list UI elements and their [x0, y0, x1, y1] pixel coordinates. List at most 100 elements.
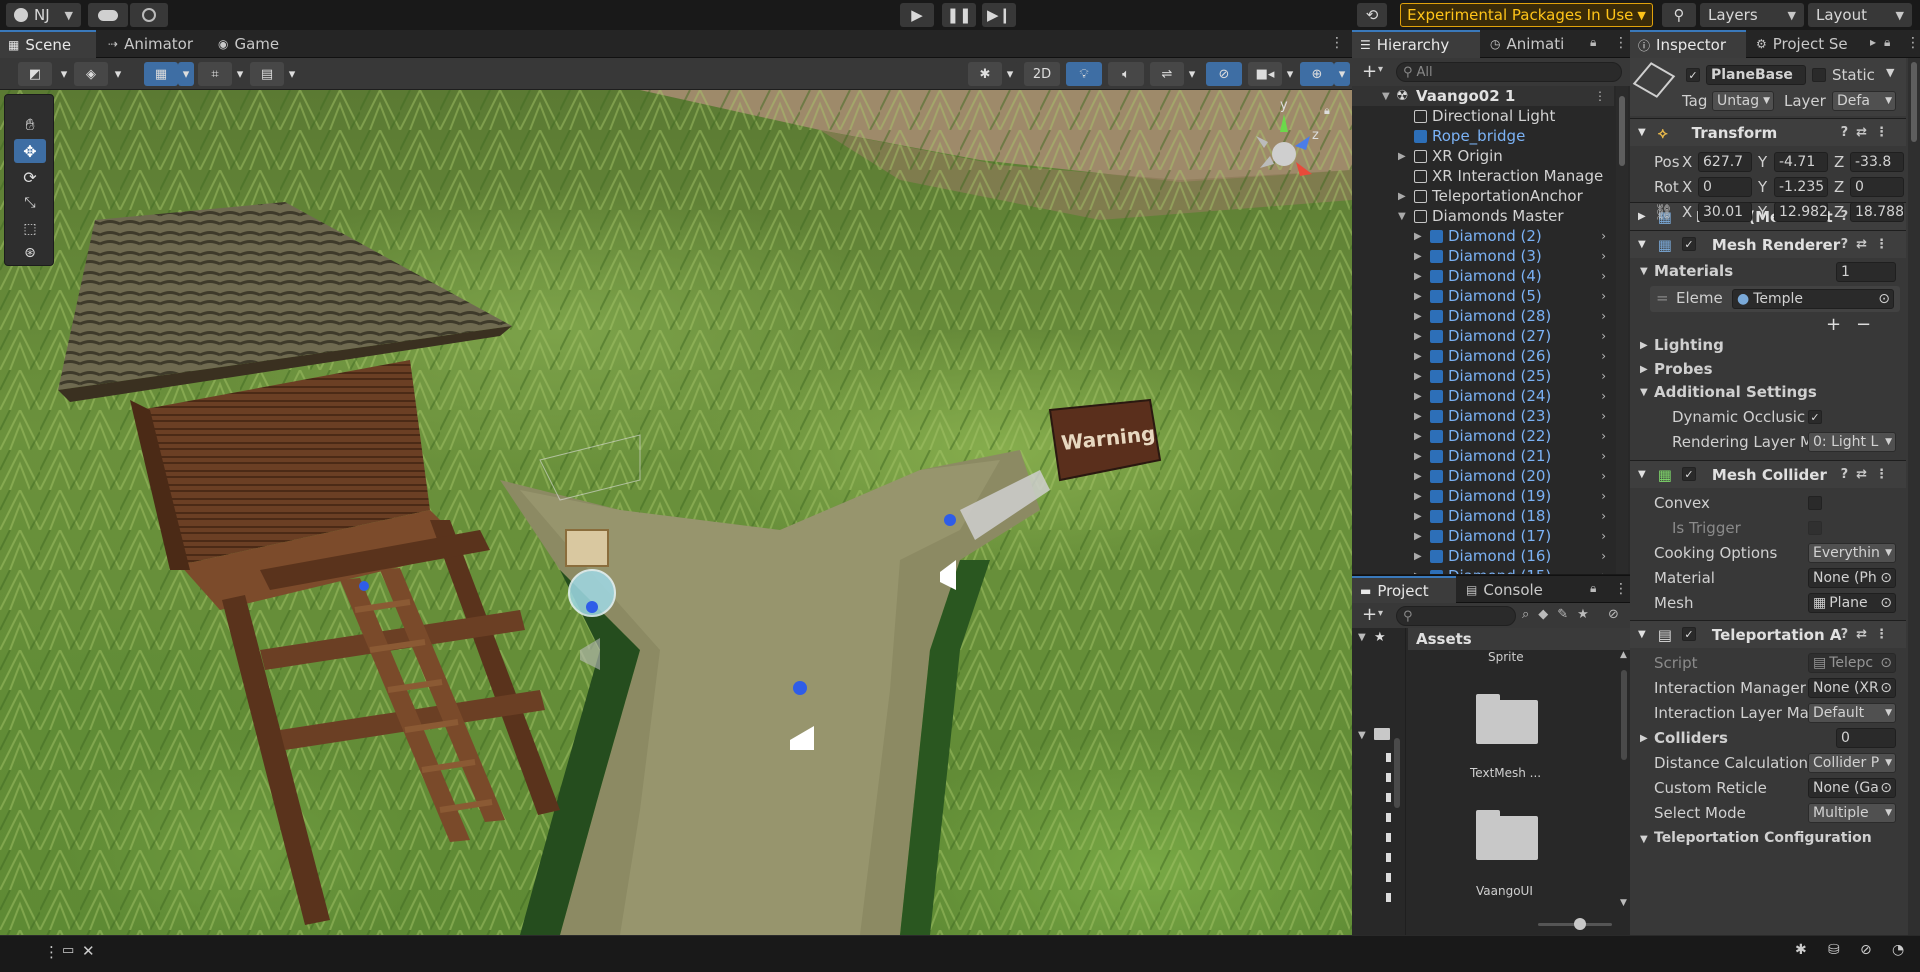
- chevron-right-icon[interactable]: ›: [1601, 329, 1606, 343]
- close-icon[interactable]: ✕: [82, 942, 95, 960]
- chevron-right-icon[interactable]: ▶: [1414, 451, 1422, 462]
- chevron-down-icon[interactable]: ▼: [1640, 387, 1648, 398]
- static-checkbox[interactable]: [1812, 68, 1826, 82]
- history-button[interactable]: ⟲: [1357, 3, 1387, 27]
- scene-viewport[interactable]: Warning ✋︎ ✥ ⟳ ⤡ ⬚ ⊛ y z 🔒︎: [0, 90, 1352, 935]
- link-icon[interactable]: ⛓: [1654, 203, 1673, 221]
- hierarchy-item-diamond[interactable]: ▶ Diamond (3) ›: [1352, 246, 1614, 266]
- maximize-icon[interactable]: ▭: [62, 943, 74, 958]
- hierarchy-item[interactable]: Rope_bridge: [1352, 126, 1614, 146]
- chevron-right-icon[interactable]: ›: [1601, 249, 1606, 263]
- hierarchy-item-diamond[interactable]: ▶ Diamond (20) ›: [1352, 466, 1614, 486]
- hierarchy-item[interactable]: ▶ XR Origin: [1352, 146, 1614, 166]
- chevron-right-icon[interactable]: ▶: [1414, 431, 1422, 442]
- cooking-options-dropdown[interactable]: Everythin ▼: [1808, 543, 1896, 563]
- object-name-field[interactable]: PlaneBase: [1706, 65, 1806, 85]
- chevron-right-icon[interactable]: ▶: [1398, 151, 1406, 162]
- chevron-right-icon[interactable]: ›: [1601, 429, 1606, 443]
- chevron-right-icon[interactable]: ▶: [1414, 471, 1422, 482]
- chevron-down-icon[interactable]: ▾: [284, 62, 300, 86]
- chevron-right-icon[interactable]: ▶: [1414, 531, 1422, 542]
- chevron-right-icon[interactable]: ▸: [1870, 35, 1876, 49]
- remove-icon[interactable]: −: [1856, 314, 1871, 335]
- mesh-collider-section-header[interactable]: ▼ ▦ ✓ Mesh Collider ?⇄⋮: [1630, 460, 1906, 488]
- hierarchy-item-diamond[interactable]: ▶ Diamond (23) ›: [1352, 406, 1614, 426]
- interaction-manager-field[interactable]: None (XR ⊙: [1808, 678, 1896, 698]
- tree-scrollbar[interactable]: [1392, 628, 1402, 935]
- position-field[interactable]: -4.71: [1774, 152, 1828, 172]
- chevron-down-icon[interactable]: ▾: [1282, 62, 1298, 86]
- chevron-right-icon[interactable]: ›: [1601, 449, 1606, 463]
- colliders-label[interactable]: Colliders: [1654, 729, 1728, 747]
- chevron-right-icon[interactable]: ▶: [1414, 331, 1422, 342]
- hierarchy-item-diamond[interactable]: ▶ Diamond (18) ›: [1352, 506, 1614, 526]
- hierarchy-item-diamond[interactable]: ▶ Diamond (19) ›: [1352, 486, 1614, 506]
- target-icon[interactable]: ⊙: [1880, 595, 1895, 611]
- folder-icon[interactable]: [1476, 810, 1538, 860]
- hierarchy-item-diamond[interactable]: ▶ Diamond (22) ›: [1352, 426, 1614, 446]
- hierarchy-item-diamond[interactable]: ▶ Diamond (27) ›: [1352, 326, 1614, 346]
- tab-inspector[interactable]: ⓘ Inspector: [1630, 30, 1746, 58]
- hierarchy-item-diamond[interactable]: ▶ Diamond (21) ›: [1352, 446, 1614, 466]
- additional-settings-label[interactable]: Additional Settings: [1654, 383, 1817, 401]
- debug-icon[interactable]: ✱: [1795, 942, 1807, 958]
- hierarchy-item[interactable]: ▶ TeleportationAnchor: [1352, 186, 1614, 206]
- gizmos-button[interactable]: ⊕: [1300, 62, 1334, 86]
- lock-icon[interactable]: 🔒︎: [1324, 104, 1330, 118]
- folder-tree-items[interactable]: [1386, 753, 1391, 913]
- rotation-field[interactable]: 0: [1698, 177, 1752, 197]
- chevron-right-icon[interactable]: ›: [1601, 509, 1606, 523]
- rotation-field[interactable]: -1.235: [1774, 177, 1828, 197]
- chevron-right-icon[interactable]: ▶: [1640, 364, 1648, 375]
- tab-animator[interactable]: ⇢ Animator: [100, 30, 200, 58]
- teleportation-area-checkbox[interactable]: ✓: [1682, 627, 1696, 641]
- chevron-right-icon[interactable]: ›: [1601, 409, 1606, 423]
- chevron-down-icon[interactable]: ▾: [1378, 608, 1383, 619]
- project-search-input[interactable]: ⚲: [1396, 606, 1516, 626]
- position-field[interactable]: -33.8: [1850, 152, 1904, 172]
- scrollbar-thumb[interactable]: [1394, 738, 1400, 808]
- hierarchy-item-diamond[interactable]: ▶ Diamond (15) ›: [1352, 566, 1614, 574]
- colliders-count-field[interactable]: 0: [1836, 728, 1896, 748]
- chevron-right-icon[interactable]: ▶: [1414, 311, 1422, 322]
- tab-hierarchy[interactable]: ☰ Hierarchy: [1352, 30, 1480, 58]
- tag-dropdown[interactable]: Untag ▼: [1712, 91, 1774, 111]
- layout-dropdown[interactable]: Layout ▼: [1808, 3, 1912, 27]
- rotate-tool-icon[interactable]: ⟳: [14, 165, 46, 189]
- chevron-right-icon[interactable]: ›: [1601, 549, 1606, 563]
- hierarchy-item-diamond[interactable]: ▶ Diamond (25) ›: [1352, 366, 1614, 386]
- dynamic-occlusion-checkbox[interactable]: ✓: [1808, 410, 1822, 424]
- scale-tool-icon[interactable]: ⤡: [14, 191, 46, 215]
- chevron-up-icon[interactable]: ▲: [1620, 650, 1627, 660]
- scrollbar-thumb[interactable]: [1911, 62, 1917, 142]
- visibility-icon[interactable]: ⊘: [1608, 607, 1619, 622]
- active-checkbox[interactable]: ✓: [1686, 68, 1700, 82]
- chevron-right-icon[interactable]: ›: [1601, 469, 1606, 483]
- chevron-right-icon[interactable]: ▶: [1414, 251, 1422, 262]
- hierarchy-item[interactable]: ▼ Diamonds Master: [1352, 206, 1614, 226]
- chevron-down-icon[interactable]: ▼: [1358, 730, 1366, 741]
- teleportation-config-label[interactable]: Teleportation Configuration: [1654, 830, 1872, 846]
- audio-toggle-button[interactable]: 🔈︎: [1108, 62, 1144, 86]
- chevron-right-icon[interactable]: ▶: [1414, 571, 1422, 575]
- hierarchy-item-diamond[interactable]: ▶ Diamond (28) ›: [1352, 306, 1614, 326]
- rect-tool-icon[interactable]: ⬚: [14, 217, 46, 241]
- chevron-right-icon[interactable]: ▶: [1414, 411, 1422, 422]
- hierarchy-scrollbar[interactable]: [1616, 86, 1628, 574]
- chevron-down-icon[interactable]: ▼: [1886, 66, 1894, 79]
- materials-count-field[interactable]: 1: [1836, 262, 1896, 282]
- hierarchy-search-input[interactable]: ⚲ All: [1396, 62, 1622, 82]
- orientation-gizmo[interactable]: y z 🔒︎: [1240, 98, 1340, 202]
- experimental-packages-button[interactable]: Experimental Packages In Use ▼: [1400, 3, 1653, 27]
- chevron-right-icon[interactable]: ▶: [1640, 733, 1648, 744]
- chevron-down-icon[interactable]: ▾: [178, 62, 194, 86]
- chevron-right-icon[interactable]: ›: [1601, 389, 1606, 403]
- scrollbar-thumb[interactable]: [1621, 670, 1627, 760]
- component-menu-icons[interactable]: ?⇄⋮: [1841, 125, 1896, 140]
- asset-sprite-label[interactable]: Sprite: [1488, 650, 1524, 664]
- icon-size-slider[interactable]: [1538, 918, 1612, 930]
- add-icon[interactable]: +: [1362, 61, 1377, 82]
- transform-tool-icon[interactable]: ⊛: [14, 241, 46, 265]
- kebab-menu-icon[interactable]: ⋮: [1614, 581, 1628, 597]
- chevron-down-icon[interactable]: ▾: [110, 62, 126, 86]
